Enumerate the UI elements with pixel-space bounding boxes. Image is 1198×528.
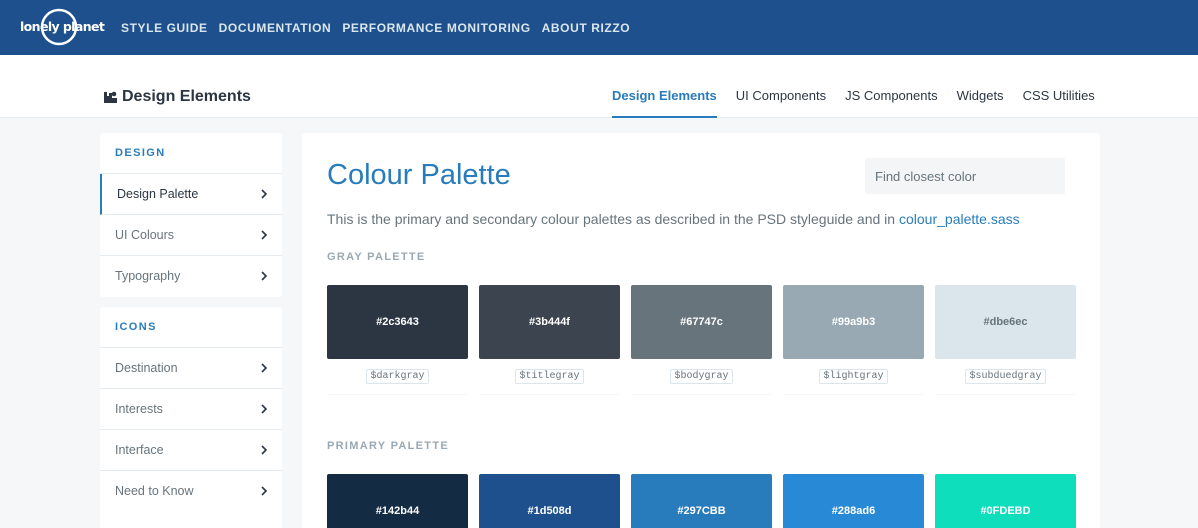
sidebar-item-label: Design Palette <box>117 187 199 201</box>
top-nav: STYLE GUIDE DOCUMENTATION PERFORMANCE MO… <box>121 0 641 55</box>
nav-documentation[interactable]: DOCUMENTATION <box>219 21 332 35</box>
sidebar-item-label: Destination <box>115 361 178 375</box>
chevron-right-icon <box>261 363 268 373</box>
swatch-lightgray: #99a9b3 $lightgray <box>783 285 924 395</box>
swatch-primary-4: #288ad6 <box>783 474 924 528</box>
sidebar-item-label: Typography <box>115 269 181 283</box>
lonely-planet-logo[interactable]: lonely planet <box>19 8 105 46</box>
sidebar-heading-icons: ICONS <box>100 307 282 348</box>
sidebar-item-label: Interface <box>115 443 164 457</box>
swatch-variable: $bodygray <box>631 359 772 395</box>
swatch-primary-5: #0FDEBD <box>935 474 1076 528</box>
description-text: This is the primary and secondary colour… <box>327 211 899 227</box>
swatch-chip[interactable]: #2c3643 <box>327 285 468 359</box>
tab-design-elements[interactable]: Design Elements <box>612 55 717 118</box>
nav-performance-monitoring[interactable]: PERFORMANCE MONITORING <box>342 21 530 35</box>
sidebar-item-destination[interactable]: Destination <box>100 348 282 389</box>
swatch-darkgray: #2c3643 $darkgray <box>327 285 468 395</box>
chevron-right-icon <box>261 189 268 199</box>
swatch-chip[interactable]: #67747c <box>631 285 772 359</box>
palette-description: This is the primary and secondary colour… <box>327 211 1020 227</box>
nav-about-rizzo[interactable]: ABOUT RIZZO <box>542 21 631 35</box>
sidebar-design-section: DESIGN Design Palette UI Colours Typogra… <box>100 133 282 297</box>
nav-style-guide[interactable]: STYLE GUIDE <box>121 21 208 35</box>
swatch-variable: $lightgray <box>783 359 924 395</box>
design-elements-icon <box>104 91 117 103</box>
primary-palette-swatches: #142b44 #1d508d #297CBB #288ad6 #0FDEBD <box>327 474 1087 528</box>
chevron-right-icon <box>261 486 268 496</box>
page-title-text: Design Elements <box>122 88 251 105</box>
sidebar-item-label: UI Colours <box>115 228 175 242</box>
swatch-chip[interactable]: #0FDEBD <box>935 474 1076 528</box>
swatch-variable: $subduedgray <box>935 359 1076 395</box>
sidebar-item-need-to-know[interactable]: Need to Know <box>100 471 282 512</box>
find-closest-color-input[interactable] <box>865 158 1065 194</box>
sidebar-item-label: Interests <box>115 402 163 416</box>
chevron-right-icon <box>261 230 268 240</box>
swatch-variable-name: $bodygray <box>670 369 733 384</box>
sidebar-item-ui-colours[interactable]: UI Colours <box>100 215 282 256</box>
swatch-chip[interactable]: #99a9b3 <box>783 285 924 359</box>
sidebar-item-typography[interactable]: Typography <box>100 256 282 297</box>
tab-css-utilities[interactable]: CSS Utilities <box>1023 55 1095 118</box>
swatch-chip[interactable]: #288ad6 <box>783 474 924 528</box>
top-bar: lonely planet STYLE GUIDE DOCUMENTATION … <box>0 0 1198 55</box>
sidebar-icons-section: ICONS Destination Interests Interface Ne… <box>100 307 282 528</box>
sub-header: Design Elements Design Elements UI Compo… <box>0 55 1198 118</box>
sidebar-item-label: Need to Know <box>115 484 194 498</box>
main-content: Colour Palette This is the primary and s… <box>302 133 1100 528</box>
swatch-primary-2: #1d508d <box>479 474 620 528</box>
colour-palette-sass-link[interactable]: colour_palette.sass <box>899 211 1020 227</box>
swatch-variable-name: $subduedgray <box>965 369 1046 384</box>
swatch-variable-name: $titlegray <box>515 369 584 384</box>
primary-palette-label: PRIMARY PALETTE <box>327 440 449 452</box>
section-title: Colour Palette <box>327 159 511 191</box>
swatch-variable-name: $darkgray <box>366 369 429 384</box>
swatch-chip[interactable]: #dbe6ec <box>935 285 1076 359</box>
swatch-chip[interactable]: #1d508d <box>479 474 620 528</box>
swatch-bodygray: #67747c $bodygray <box>631 285 772 395</box>
swatch-chip[interactable]: #3b444f <box>479 285 620 359</box>
sub-nav: Design Elements UI Components JS Compone… <box>612 55 1114 118</box>
page-title: Design Elements <box>102 86 251 108</box>
tab-js-components[interactable]: JS Components <box>845 55 938 118</box>
svg-text:lonely planet: lonely planet <box>20 19 105 34</box>
sidebar-item-interface[interactable]: Interface <box>100 430 282 471</box>
sidebar-item-interests[interactable]: Interests <box>100 389 282 430</box>
gray-palette-swatches: #2c3643 $darkgray #3b444f $titlegray #67… <box>327 285 1087 395</box>
tab-ui-components[interactable]: UI Components <box>736 55 826 118</box>
swatch-chip[interactable]: #297CBB <box>631 474 772 528</box>
sidebar-item-design-palette[interactable]: Design Palette <box>100 174 282 215</box>
swatch-chip[interactable]: #142b44 <box>327 474 468 528</box>
swatch-subduedgray: #dbe6ec $subduedgray <box>935 285 1076 395</box>
swatch-variable: $titlegray <box>479 359 620 395</box>
chevron-right-icon <box>261 445 268 455</box>
swatch-primary-3: #297CBB <box>631 474 772 528</box>
swatch-titlegray: #3b444f $titlegray <box>479 285 620 395</box>
swatch-variable-name: $lightgray <box>819 369 888 384</box>
chevron-right-icon <box>261 404 268 414</box>
swatch-primary-1: #142b44 <box>327 474 468 528</box>
sidebar-heading-design: DESIGN <box>100 133 282 174</box>
swatch-variable: $darkgray <box>327 359 468 395</box>
gray-palette-label: GRAY PALETTE <box>327 251 426 263</box>
chevron-right-icon <box>261 271 268 281</box>
tab-widgets[interactable]: Widgets <box>957 55 1004 118</box>
